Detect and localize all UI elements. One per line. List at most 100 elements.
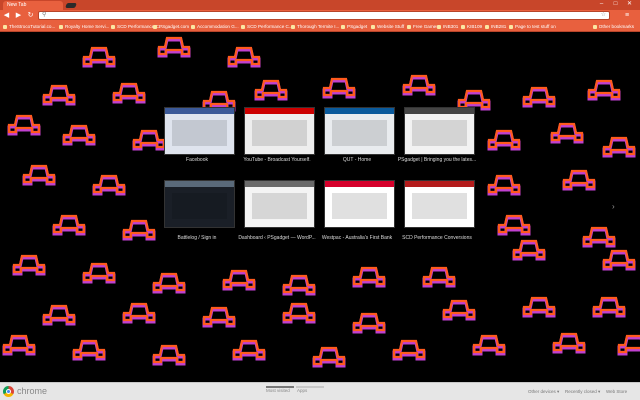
reload-button[interactable]: ↻ xyxy=(26,11,35,20)
tab-new-tab[interactable]: New Tab xyxy=(3,1,63,10)
tab-most-visited[interactable]: Most visited xyxy=(266,388,290,393)
thumbnail-preview xyxy=(245,108,314,154)
thumbnail-header-bar xyxy=(165,108,234,114)
theme-motif-shape xyxy=(485,172,523,198)
bookmark-item[interactable]: Website Stuff xyxy=(370,23,404,31)
search-icon: ⚲ xyxy=(42,12,47,18)
bookmark-item[interactable]: INB281 xyxy=(484,23,506,31)
ntp-footer: chrome Most visited Apps Other devices ▾… xyxy=(0,382,640,400)
theme-motif-shape xyxy=(80,44,118,70)
maximize-button[interactable]: □ xyxy=(610,0,621,8)
thumbnail-preview xyxy=(325,108,394,154)
thumbnail-preview xyxy=(405,108,474,154)
other-bookmarks[interactable]: Other bookmarks xyxy=(592,23,634,31)
tab-apps[interactable]: Apps xyxy=(297,388,307,393)
bookmark-item[interactable]: PSgadget xyxy=(340,23,367,31)
recently-closed-menu[interactable]: Recently closed ▾ xyxy=(565,389,600,395)
theme-motif-shape xyxy=(200,304,238,330)
bookmark-star-icon[interactable]: ☆ xyxy=(601,12,606,19)
thumbnail-youtube[interactable] xyxy=(244,107,315,155)
wrench-menu-icon[interactable]: ≡ xyxy=(622,11,632,20)
thumbnail-header-bar xyxy=(165,181,234,187)
thumbnail-dashboard[interactable] xyxy=(244,180,315,228)
close-window-button[interactable]: ✕ xyxy=(624,0,635,8)
bookmark-item[interactable]: PSgadget.com xyxy=(152,23,189,31)
theme-motif-shape xyxy=(485,127,523,153)
thumbnail-header-bar xyxy=(405,108,474,114)
bookmark-item[interactable]: Free Games xyxy=(406,23,439,31)
thumbnail-header-bar xyxy=(405,181,474,187)
thumbnail-content-block xyxy=(411,193,468,219)
theme-motif-shape xyxy=(600,134,638,160)
theme-motif-shape xyxy=(320,75,358,101)
theme-motif-shape xyxy=(60,122,98,148)
theme-motif-shape xyxy=(220,267,258,293)
bookmarks-bar: TheStrocoTutorial.co... Royalty Home Ser… xyxy=(0,22,640,32)
bookmark-item[interactable]: INB301 xyxy=(436,23,458,31)
thumbnail-content-block xyxy=(411,120,468,146)
theme-motif-shape xyxy=(0,332,38,358)
theme-motif-shape xyxy=(590,294,628,320)
theme-motif-shape xyxy=(440,297,478,323)
thumbnail-qut[interactable] xyxy=(324,107,395,155)
theme-motif-shape xyxy=(400,72,438,98)
theme-motif-shape xyxy=(110,80,148,106)
bookmark-item[interactable]: Page to test stuff on xyxy=(508,23,556,31)
theme-motif-shape xyxy=(90,172,128,198)
web-store-link[interactable]: Web Store xyxy=(606,389,627,394)
thumbnail-header-bar xyxy=(245,181,314,187)
thumbnail-content-block xyxy=(171,120,228,146)
thumbnail-content-block xyxy=(331,193,388,219)
thumbnail-header-bar xyxy=(325,108,394,114)
theme-motif-shape xyxy=(520,294,558,320)
theme-motif-shape xyxy=(420,264,458,290)
thumbnail-content-block xyxy=(251,120,308,146)
thumbnail-battlelog[interactable] xyxy=(164,180,235,228)
thumbnail-label: Facebook xyxy=(186,157,208,163)
theme-motif-shape xyxy=(280,300,318,326)
thumbnail-preview xyxy=(245,181,314,227)
thumbnail-psgadget[interactable] xyxy=(404,107,475,155)
theme-motif-shape xyxy=(548,120,586,146)
theme-motif-shape xyxy=(10,252,48,278)
forward-button[interactable]: ▶ xyxy=(14,11,23,20)
theme-motif-shape xyxy=(280,272,318,298)
thumbnail-westpac[interactable] xyxy=(324,180,395,228)
theme-motif-shape xyxy=(510,237,548,263)
theme-motif-shape xyxy=(80,260,118,286)
theme-motif-shape xyxy=(520,84,558,110)
omnibox[interactable]: ⚲ ☆ xyxy=(38,11,610,20)
thumbnail-header-bar xyxy=(325,181,394,187)
theme-motif-shape xyxy=(120,300,158,326)
new-tab-page: Facebook YouTube - Broadcast Yourself. Q… xyxy=(0,32,640,382)
theme-motif-shape xyxy=(130,127,168,153)
bookmark-item[interactable]: TheStrocoTutorial.co... xyxy=(2,23,55,31)
thumbnail-label: PSgadget | Bringing you the lates... xyxy=(397,157,477,163)
bookmark-item[interactable]: Accommodation G... xyxy=(190,23,239,31)
chrome-logo-icon xyxy=(3,386,14,397)
thumbnail-content-block xyxy=(171,193,228,219)
bookmark-item[interactable]: Thorough Termite I... xyxy=(290,23,339,31)
thumbnail-scd[interactable] xyxy=(404,180,475,228)
theme-motif-shape xyxy=(350,310,388,336)
new-tab-button[interactable] xyxy=(65,3,77,8)
minimize-button[interactable]: – xyxy=(596,0,607,8)
theme-motif-shape xyxy=(155,34,193,60)
back-button[interactable]: ◀ xyxy=(2,11,11,20)
thumbnail-preview xyxy=(325,181,394,227)
thumbnail-label: Dashboard ‹ PSgadget — WordP... xyxy=(238,235,316,241)
chrome-brand-text: chrome xyxy=(17,386,48,396)
bookmark-item[interactable]: SCD Performance C... xyxy=(240,23,293,31)
other-devices-menu[interactable]: Other devices ▾ xyxy=(528,389,559,395)
theme-motif-shape xyxy=(600,247,638,273)
thumbnail-content-block xyxy=(251,193,308,219)
bookmark-item[interactable]: Royalty Home Servi... xyxy=(58,23,109,31)
next-page-arrow-icon[interactable]: › xyxy=(612,202,615,211)
bookmark-item[interactable]: KIB109 xyxy=(460,23,482,31)
thumbnail-facebook[interactable] xyxy=(164,107,235,155)
theme-motif-shape xyxy=(225,44,263,70)
theme-motif-shape xyxy=(585,77,623,103)
thumbnail-preview xyxy=(165,181,234,227)
theme-motif-shape xyxy=(252,77,290,103)
theme-motif-shape xyxy=(495,212,533,238)
